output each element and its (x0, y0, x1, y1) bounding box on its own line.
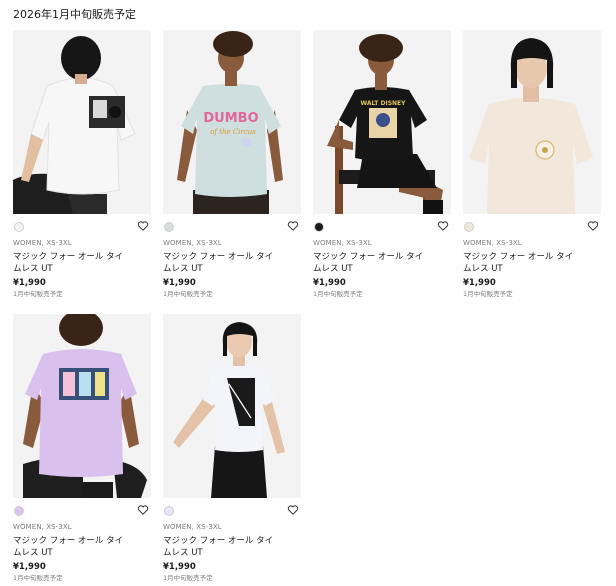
color-swatch[interactable] (464, 222, 474, 232)
color-swatch[interactable] (314, 222, 324, 232)
gender-size: WOMEN, XS-3XL (313, 239, 372, 247)
release-note: 1月中旬販売予定 (13, 290, 63, 298)
color-swatch[interactable] (164, 506, 174, 516)
product-image[interactable]: WALT DISNEY (313, 30, 451, 214)
heart-icon[interactable] (137, 220, 149, 232)
product-price: ¥1,990 (163, 562, 196, 572)
product-price: ¥1,990 (463, 278, 496, 288)
heart-icon[interactable] (137, 504, 149, 516)
section-title: 2026年1月中旬販売予定 (13, 8, 136, 21)
heart-icon[interactable] (437, 220, 449, 232)
product-name[interactable]: マジック フォー オール タイムレス UT (163, 535, 281, 559)
gender-size: WOMEN, XS-3XL (13, 523, 72, 531)
heart-icon[interactable] (587, 220, 599, 232)
release-note: 1月中旬販売予定 (463, 290, 513, 298)
product-image[interactable] (13, 314, 151, 498)
product-card[interactable]: WOMEN, XS-3XL マジック フォー オール タイムレス UT ¥1,9… (163, 314, 301, 583)
product-price: ¥1,990 (13, 278, 46, 288)
product-price: ¥1,990 (13, 562, 46, 572)
gender-size: WOMEN, XS-3XL (463, 239, 522, 247)
color-swatch[interactable] (164, 222, 174, 232)
product-card[interactable]: WOMEN, XS-3XL マジック フォー オール タイムレス UT ¥1,9… (13, 314, 151, 583)
release-note: 1月中旬販売予定 (313, 290, 363, 298)
product-card[interactable]: WOMEN, XS-3XL マジック フォー オール タイムレス UT ¥1,9… (463, 30, 601, 299)
product-card[interactable]: WOMEN, XS-3XL マジック フォー オール タイムレス UT ¥1,9… (13, 30, 151, 299)
release-note: 1月中旬販売予定 (163, 290, 213, 298)
product-image[interactable] (163, 314, 301, 498)
gender-size: WOMEN, XS-3XL (163, 523, 222, 531)
product-card[interactable]: WALT DISNEY WOMEN, XS-3XL マジック フォー オール タ… (313, 30, 451, 299)
product-name[interactable]: マジック フォー オール タイムレス UT (463, 251, 581, 275)
product-image[interactable] (13, 30, 151, 214)
release-note: 1月中旬販売予定 (163, 574, 213, 582)
print-text: of the Circus (210, 128, 256, 136)
print-text: DUMBO (203, 111, 258, 126)
color-swatch[interactable] (14, 506, 24, 516)
product-image[interactable]: DUMBO of the Circus (163, 30, 301, 214)
gender-size: WOMEN, XS-3XL (13, 239, 72, 247)
heart-icon[interactable] (287, 504, 299, 516)
product-image[interactable] (463, 30, 601, 214)
product-card[interactable]: DUMBO of the Circus WOMEN, XS-3XL マジック フ… (163, 30, 301, 299)
product-name[interactable]: マジック フォー オール タイムレス UT (13, 251, 131, 275)
product-name[interactable]: マジック フォー オール タイムレス UT (13, 535, 131, 559)
product-name[interactable]: マジック フォー オール タイムレス UT (163, 251, 281, 275)
heart-icon[interactable] (287, 220, 299, 232)
product-price: ¥1,990 (313, 278, 346, 288)
product-name[interactable]: マジック フォー オール タイムレス UT (313, 251, 431, 275)
gender-size: WOMEN, XS-3XL (163, 239, 222, 247)
product-price: ¥1,990 (163, 278, 196, 288)
print-text: WALT DISNEY (360, 100, 406, 107)
color-swatch[interactable] (14, 222, 24, 232)
release-note: 1月中旬販売予定 (13, 574, 63, 582)
